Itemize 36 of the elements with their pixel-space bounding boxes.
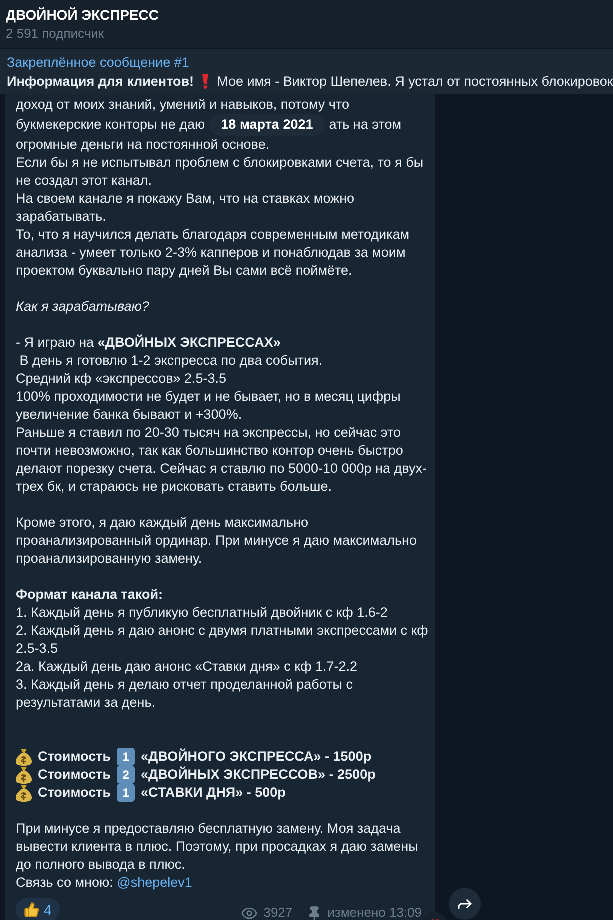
number-keycap: 1 bbox=[117, 748, 136, 766]
channel-title: ДВОЙНОЙ ЭКСПРЕСС bbox=[6, 6, 160, 25]
message-heading: Формат канала такой: bbox=[16, 586, 164, 604]
pinned-title: Закреплённое сообщение #1 bbox=[7, 54, 190, 72]
exclamation-icon bbox=[202, 74, 210, 88]
price-label: Стоимость bbox=[38, 784, 112, 802]
price-label: Стоимость bbox=[38, 766, 112, 784]
view-count: 3927 bbox=[264, 904, 293, 920]
price-text: «СТАВКИ ДНЯ» - 500р bbox=[141, 784, 286, 802]
message-text: букмекерские конторы не даю bbox=[16, 116, 206, 134]
price-text: «ДВОЙНОГО ЭКСПРЕССА» - 1500р bbox=[141, 748, 372, 766]
message-text: Как я зарабатываю? bbox=[16, 298, 150, 316]
number-keycap: 2 bbox=[117, 766, 136, 784]
subscriber-count: 2 591 подписчик bbox=[6, 25, 106, 43]
message-text: доход от моих знаний, умений и навыков, потому что bbox=[16, 96, 350, 114]
price-text: «ДВОЙНЫХ ЭКСПРЕССОВ» - 2500р bbox=[141, 766, 376, 784]
pinned-text: Мое имя - Виктор Шепелев. Я устал от постоянных блокировок bbox=[217, 72, 613, 90]
thumbs-up-icon bbox=[24, 902, 40, 918]
username-link[interactable]: @shepelev1 bbox=[117, 875, 192, 890]
pin-icon bbox=[306, 906, 322, 920]
message-text: - Я играю на «ДВОЙНЫХ ЭКСПРЕССАХ» В день я готовлю 1-2 экспресса по два события. Средний кф «экспрессов» 2.5-3.5 100% проходимости не будет и не бывает, но в месяц цифры увеличение банка бывают и +300%. Раньше я ставил по 20-30 тысяч на экспрессы, но сейчас это почти невозможно, так как большинство контор очень быстро делают порезку счета. Сейчас я ставлю по 5000-10 000р на двух- трех бк, и стараюсь не рисковать ставить больше. bbox=[16, 334, 424, 496]
message-text: огромные деньги на постоянной основе. Если бы я не испытывал проблем с блокировками счета, то я бы не создал этот канал. На своем канале я покажу Вам, что на ставках можно зарабатывать. То, что я научился делать благодаря современным методикам анализа - умеет только 2-3% капперов и понаблюдав за моим проектом буквально пару дней Вы сами всё поймёте. bbox=[16, 136, 424, 280]
message-text: При минусе я предоставляю бесплатную замену. Моя задача вывести клиента в плюс. Поэтому, при просадках я даю замены до полного вывода в плюс. bbox=[16, 820, 420, 874]
message-text: Связь со мною: @shepelev1 bbox=[16, 874, 194, 892]
money-bag-icon bbox=[16, 766, 32, 784]
forward-button[interactable] bbox=[449, 888, 481, 920]
message-text: ать на этом bbox=[329, 116, 402, 134]
money-bag-icon bbox=[16, 748, 32, 766]
reaction-button[interactable]: 4 bbox=[16, 898, 60, 920]
edited-time: изменено 13:09 bbox=[328, 904, 422, 920]
price-label: Стоимость bbox=[38, 748, 112, 766]
number-keycap: 1 bbox=[117, 784, 136, 802]
message-text: Кроме этого, я даю каждый день максимально проанализированный ординар. При минусе я даю максимально проанализированную замену. bbox=[16, 514, 418, 568]
money-bag-icon bbox=[16, 784, 32, 802]
date-pill: 18 марта 2021 bbox=[209, 114, 326, 136]
pinned-bold-text: Информация для клиентов! bbox=[7, 72, 194, 90]
